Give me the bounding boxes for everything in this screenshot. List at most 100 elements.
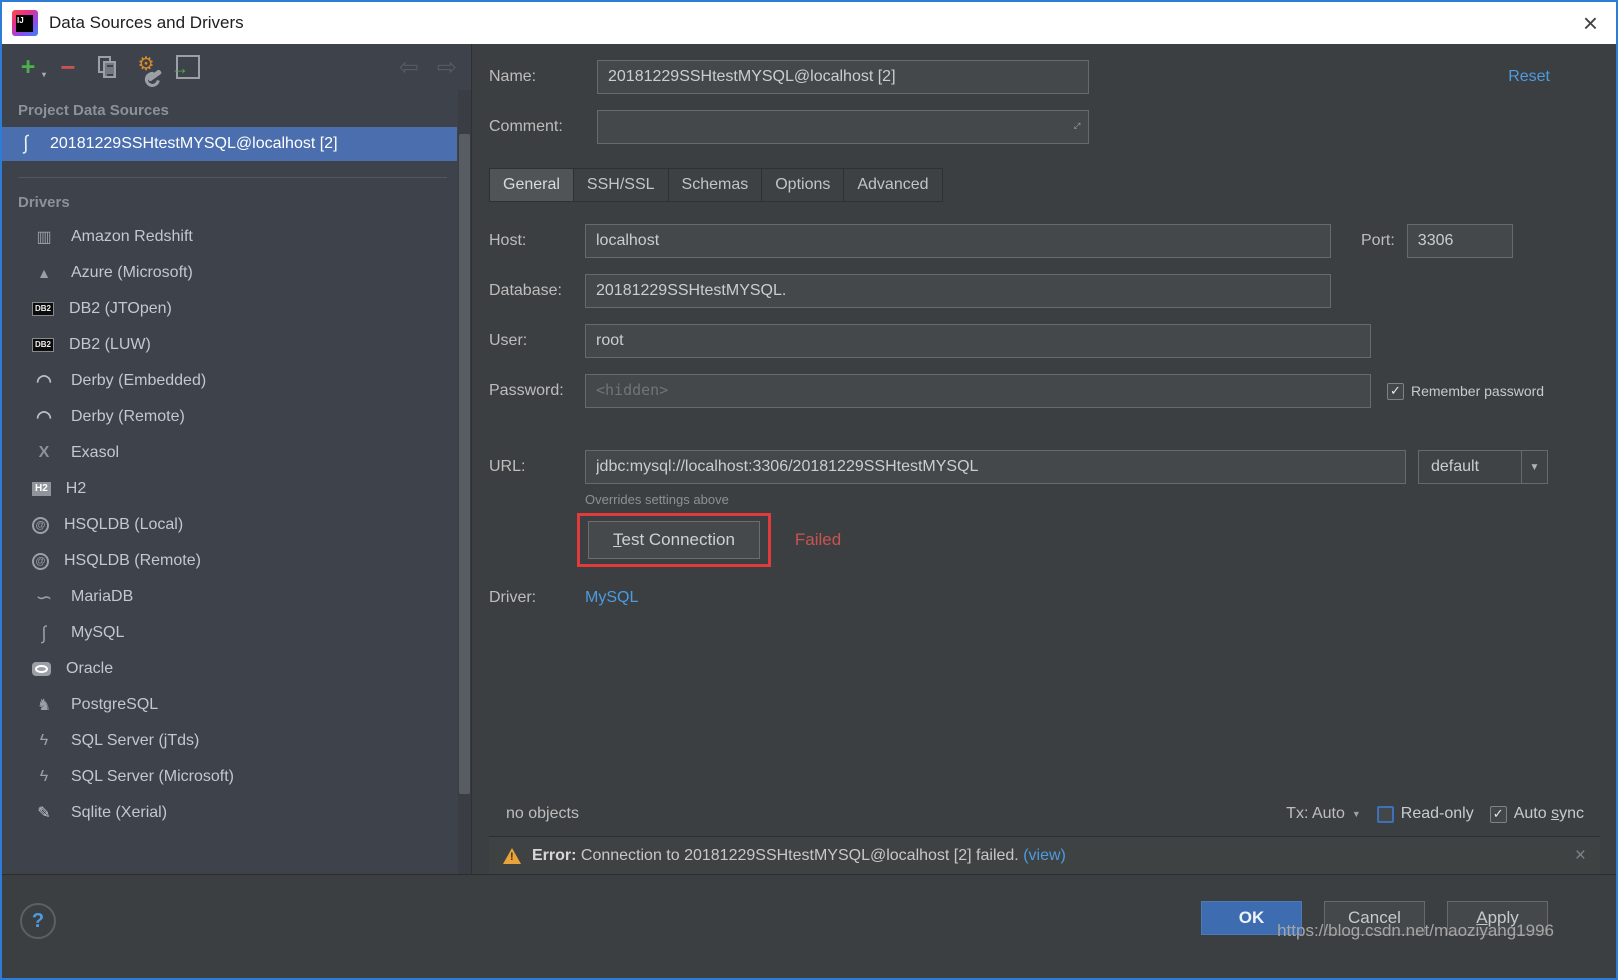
tx-mode-dropdown[interactable]: Tx: Auto ▼ <box>1286 805 1361 823</box>
window-close-button[interactable]: × <box>1583 10 1598 36</box>
mariadb-icon: ∽ <box>32 585 56 610</box>
driver-item-sql-server-microsoft[interactable]: ϟ SQL Server (Microsoft) <box>2 759 457 795</box>
driver-item-hsqldb-remote[interactable]: @ HSQLDB (Remote) <box>2 543 457 579</box>
datasource-list: Project Data Sources ʃ 20181229SSHtestMY… <box>2 90 471 874</box>
datasource-item-selected[interactable]: ʃ 20181229SSHtestMYSQL@localhost [2] <box>2 127 457 161</box>
project-data-sources-header: Project Data Sources <box>2 90 457 127</box>
titlebar: Data Sources and Drivers × <box>2 2 1616 44</box>
list-divider <box>18 177 447 178</box>
driver-item-mariadb[interactable]: ∽ MariaDB <box>2 579 457 615</box>
chevron-down-icon: ▼ <box>1352 809 1361 819</box>
red-highlight-annotation: Test Connection <box>577 513 771 567</box>
cancel-button[interactable]: Cancel <box>1324 901 1425 935</box>
remove-datasource-button[interactable]: − <box>56 54 80 80</box>
reset-link[interactable]: Reset <box>1508 68 1550 86</box>
url-label: URL: <box>489 458 585 476</box>
user-label: User: <box>489 332 585 350</box>
driver-item-amazon-redshift[interactable]: ▥ Amazon Redshift <box>2 219 457 255</box>
driver-item-azure-microsoft[interactable]: ▲ Azure (Microsoft) <box>2 255 457 291</box>
general-form: Name: Comment: ↕ General SSH/SSL Schemas… <box>472 44 1616 874</box>
driver-item-sqlite-xerial[interactable]: ✎ Sqlite (Xerial) <box>2 795 457 831</box>
driver-item-postgresql[interactable]: ♞ PostgreSQL <box>2 687 457 723</box>
password-input[interactable] <box>585 374 1371 408</box>
mysql-icon: ʃ <box>30 620 58 646</box>
duplicate-datasource-button[interactable] <box>96 54 120 80</box>
driver-item-exasol[interactable]: X Exasol <box>2 435 457 471</box>
drivers-header: Drivers <box>2 182 457 219</box>
exasol-icon: X <box>32 444 56 462</box>
driver-item-derby-embedded[interactable]: ◠ Derby (Embedded) <box>2 363 457 399</box>
ok-button[interactable]: OK <box>1201 901 1302 935</box>
read-only-checkbox[interactable] <box>1377 806 1394 823</box>
tab-schemas[interactable]: Schemas <box>668 168 762 202</box>
driver-item-db2-jtopen[interactable]: DB2 DB2 (JTOpen) <box>2 291 457 327</box>
dialog-body: + ▾ − ⚙ → ⇦ ⇨ <box>2 44 1616 874</box>
hsqldb-icon: @ <box>32 553 49 570</box>
tab-options[interactable]: Options <box>761 168 843 202</box>
sidebar-toolbar: + ▾ − ⚙ → ⇦ ⇨ <box>2 44 471 90</box>
redshift-icon: ▥ <box>32 227 56 247</box>
dialog-title: Data Sources and Drivers <box>49 13 244 33</box>
import-datasource-button[interactable]: → <box>176 55 200 79</box>
settings-panel: Reset Name: Comment: ↕ General SSH/SSL <box>472 44 1616 874</box>
tab-advanced[interactable]: Advanced <box>843 168 942 202</box>
dialog-footer: ? OK Cancel Apply https://blog.csdn.net/… <box>2 874 1616 978</box>
sidebar-scrollbar[interactable] <box>458 90 471 874</box>
remember-password-checkbox[interactable] <box>1387 383 1404 400</box>
oracle-icon <box>32 662 51 676</box>
error-banner: Error: Connection to 20181229SSHtestMYSQ… <box>489 836 1600 874</box>
remember-password-label: Remember password <box>1411 383 1544 399</box>
host-input[interactable] <box>585 224 1331 258</box>
back-arrow-icon[interactable]: ⇦ <box>399 53 419 82</box>
intellij-logo-icon <box>12 10 38 36</box>
overrides-note: Overrides settings above <box>585 492 1600 507</box>
port-label: Port: <box>1361 232 1395 250</box>
port-input[interactable] <box>1407 224 1513 258</box>
url-preset-value: default <box>1419 458 1521 476</box>
derby-icon: ◠ <box>32 371 56 392</box>
user-input[interactable] <box>585 324 1371 358</box>
forward-arrow-icon[interactable]: ⇨ <box>437 53 457 82</box>
driver-link[interactable]: MySQL <box>585 589 638 607</box>
dismiss-error-icon[interactable]: × <box>1575 845 1586 867</box>
h2-icon: H2 <box>32 482 51 496</box>
scrollbar-thumb[interactable] <box>459 134 470 794</box>
help-button[interactable]: ? <box>20 903 56 939</box>
driver-item-hsqldb-local[interactable]: @ HSQLDB (Local) <box>2 507 457 543</box>
apply-button[interactable]: Apply <box>1447 901 1548 935</box>
error-message: Error: Connection to 20181229SSHtestMYSQ… <box>532 847 1066 865</box>
tab-general[interactable]: General <box>489 168 573 202</box>
test-connection-button[interactable]: Test Connection <box>588 521 760 559</box>
wrench-icon <box>147 69 162 82</box>
object-statusbar: no objects Tx: Auto ▼ Read-only Auto s <box>489 792 1600 836</box>
hsqldb-icon: @ <box>32 517 49 534</box>
name-input[interactable] <box>597 60 1089 94</box>
no-objects-text: no objects <box>506 805 579 823</box>
password-label: Password: <box>489 382 585 400</box>
tab-ssh-ssl[interactable]: SSH/SSL <box>573 168 668 202</box>
tx-mode-value: Tx: Auto <box>1286 805 1345 823</box>
driver-item-oracle[interactable]: Oracle <box>2 651 457 687</box>
add-datasource-button[interactable]: + ▾ <box>16 54 40 80</box>
url-input[interactable] <box>585 450 1406 484</box>
auto-sync-checkbox[interactable] <box>1490 806 1507 823</box>
database-input[interactable] <box>585 274 1331 308</box>
driver-item-mysql[interactable]: ʃ MySQL <box>2 615 457 651</box>
db2-icon: DB2 <box>32 302 54 316</box>
datasource-label: 20181229SSHtestMYSQL@localhost [2] <box>50 135 338 153</box>
url-preset-dropdown[interactable]: default ▼ <box>1418 450 1548 484</box>
view-error-link[interactable]: (view) <box>1023 847 1066 864</box>
driver-item-sql-server-jtds[interactable]: ϟ SQL Server (jTds) <box>2 723 457 759</box>
chevron-down-icon: ▼ <box>1521 451 1547 483</box>
minus-icon: − <box>60 52 75 83</box>
driver-item-h2[interactable]: H2 H2 <box>2 471 457 507</box>
comment-input[interactable] <box>597 110 1089 144</box>
postgresql-icon: ♞ <box>32 695 56 715</box>
test-result-status: Failed <box>795 530 841 550</box>
driver-item-derby-remote[interactable]: ◠ Derby (Remote) <box>2 399 457 435</box>
driver-item-db2-luw[interactable]: DB2 DB2 (LUW) <box>2 327 457 363</box>
sqlite-icon: ✎ <box>32 803 56 823</box>
database-label: Database: <box>489 282 585 300</box>
sqlserver-icon: ϟ <box>32 732 56 750</box>
driver-settings-button[interactable]: ⚙ <box>136 54 160 80</box>
